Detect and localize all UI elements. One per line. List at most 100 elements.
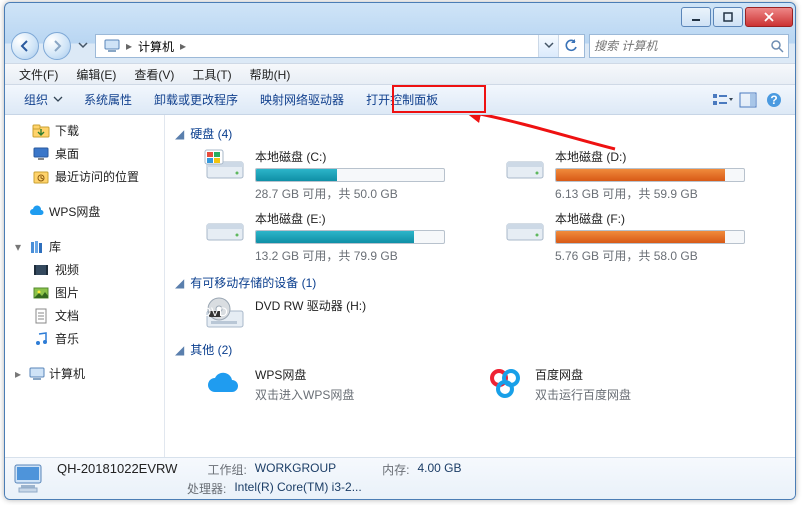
nav-label: 最近访问的位置 (55, 168, 139, 185)
section-header-removable[interactable]: ◢ 有可移动存储的设备 (1) (175, 274, 785, 291)
window-maximize-button[interactable] (713, 7, 743, 27)
menu-bar: 文件(F) 编辑(E) 查看(V) 工具(T) 帮助(H) (5, 63, 795, 85)
search-input[interactable] (594, 39, 766, 53)
documents-icon (33, 308, 49, 324)
details-workgroup-value: WORKGROUP (255, 461, 336, 478)
cmd-map-network-drive[interactable]: 映射网络驱动器 (249, 88, 355, 112)
nav-label: 桌面 (55, 145, 79, 162)
refresh-button[interactable] (558, 35, 582, 57)
drive-usage-bar (255, 230, 445, 244)
nav-libraries[interactable]: ▾ 库 (5, 235, 164, 258)
menu-tools[interactable]: 工具(T) (184, 64, 239, 85)
cmd-open-control-panel[interactable]: 打开控制面板 (355, 88, 449, 112)
downloads-folder-icon (33, 123, 49, 139)
chevron-right-icon: ▸ (15, 367, 25, 381)
window-close-button[interactable] (745, 7, 793, 27)
back-button[interactable] (11, 32, 39, 60)
libraries-icon (29, 239, 45, 255)
recent-places-icon (33, 169, 49, 185)
forward-button[interactable] (43, 32, 71, 60)
details-workgroup-label: 工作组: (207, 461, 246, 478)
address-bar[interactable]: ▸ 计算机 ▸ (95, 34, 585, 58)
desktop-icon (33, 146, 49, 162)
section-header-drives[interactable]: ◢ 硬盘 (4) (175, 125, 785, 142)
details-computer-name: QH-20181022EVRW (57, 461, 177, 478)
close-icon (763, 12, 775, 22)
details-memory-value: 4.00 GB (417, 461, 461, 478)
nav-desktop[interactable]: 桌面 (5, 142, 164, 165)
chevron-down-icon (79, 42, 87, 50)
search-icon (770, 39, 784, 53)
other-item[interactable]: WPS网盘 双击进入WPS网盘 (205, 364, 455, 404)
drive-name: 本地磁盘 (F:) (555, 210, 765, 227)
hard-drive-icon (505, 210, 545, 244)
drive-free-text: 28.7 GB 可用，共 50.0 GB (255, 185, 465, 202)
nav-music[interactable]: 音乐 (5, 327, 164, 350)
menu-edit[interactable]: 编辑(E) (68, 64, 124, 85)
nav-row: ▸ 计算机 ▸ (5, 31, 795, 63)
content-pane: ◢ 硬盘 (4) 本地磁盘 (C:) 28.7 GB 可用，共 50.0 GB … (165, 115, 795, 457)
menu-help[interactable]: 帮助(H) (242, 64, 299, 85)
hard-drive-icon (205, 148, 245, 182)
drive-free-text: 5.76 GB 可用，共 58.0 GB (555, 247, 765, 264)
menu-file[interactable]: 文件(F) (11, 64, 66, 85)
other-name: 百度网盘 (535, 366, 631, 383)
drive-item[interactable]: 本地磁盘 (D:) 6.13 GB 可用，共 59.9 GB (505, 148, 765, 202)
maximize-icon (723, 12, 733, 22)
computer-large-icon (13, 462, 47, 496)
details-cpu-label: 处理器: (187, 480, 226, 497)
cmd-organize[interactable]: 组织 (13, 88, 73, 112)
computer-icon (29, 366, 45, 382)
help-icon: ? (766, 92, 782, 108)
address-dropdown[interactable] (538, 35, 558, 57)
nav-computer[interactable]: ▸ 计算机 (5, 362, 164, 385)
nav-videos[interactable]: 视频 (5, 258, 164, 281)
section-title: 硬盘 (4) (190, 125, 232, 142)
section-title: 有可移动存储的设备 (1) (190, 274, 316, 291)
command-bar: 组织 系统属性 卸载或更改程序 映射网络驱动器 打开控制面板 ? (5, 85, 795, 115)
cmd-label: 系统属性 (84, 93, 132, 107)
other-grid: WPS网盘 双击进入WPS网盘 百度网盘 双击运行百度网盘 (205, 364, 785, 404)
drive-item[interactable]: 本地磁盘 (E:) 13.2 GB 可用，共 79.9 GB (205, 210, 465, 264)
navigation-pane: 下载 桌面 最近访问的位置 WPS网盘 ▾ 库 (5, 115, 165, 457)
computer-icon (104, 38, 120, 54)
arrow-right-icon (50, 39, 64, 53)
nav-pictures[interactable]: 图片 (5, 281, 164, 304)
details-pane: QH-20181022EVRW 工作组: WORKGROUP 内存: 4.00 … (5, 457, 795, 499)
drive-item[interactable]: 本地磁盘 (F:) 5.76 GB 可用，共 58.0 GB (505, 210, 765, 264)
nav-documents[interactable]: 文档 (5, 304, 164, 327)
drive-usage-bar (555, 168, 745, 182)
search-box[interactable] (589, 34, 789, 58)
removable-item[interactable]: DVD DVD RW 驱动器 (H:) (205, 297, 465, 331)
menu-view[interactable]: 查看(V) (126, 64, 182, 85)
cmd-preview-pane[interactable] (735, 89, 761, 111)
cmd-help[interactable]: ? (761, 89, 787, 111)
nav-label: 图片 (55, 284, 79, 301)
breadcrumb-root[interactable]: ▸ 计算机 ▸ (98, 35, 194, 57)
nav-recent-places[interactable]: 最近访问的位置 (5, 165, 164, 188)
window-minimize-button[interactable] (681, 7, 711, 27)
cmd-view-options[interactable] (709, 89, 735, 111)
other-item[interactable]: 百度网盘 双击运行百度网盘 (485, 364, 735, 404)
nav-downloads[interactable]: 下载 (5, 119, 164, 142)
drive-usage-bar (555, 230, 745, 244)
cmd-uninstall-programs[interactable]: 卸载或更改程序 (143, 88, 249, 112)
svg-text:DVD: DVD (202, 305, 228, 319)
section-header-other[interactable]: ◢ 其他 (2) (175, 341, 785, 358)
chevron-down-icon (54, 96, 62, 104)
drive-item[interactable]: 本地磁盘 (C:) 28.7 GB 可用，共 50.0 GB (205, 148, 465, 202)
nav-label: 视频 (55, 261, 79, 278)
nav-wps[interactable]: WPS网盘 (5, 200, 164, 223)
triangle-collapse-icon: ◢ (175, 127, 184, 141)
breadcrumb-sep: ▸ (178, 39, 188, 53)
cmd-label: 打开控制面板 (366, 93, 438, 107)
wps-cloud-icon (205, 364, 245, 404)
cmd-label: 映射网络驱动器 (260, 93, 344, 107)
minimize-icon (691, 12, 701, 22)
cmd-label: 卸载或更改程序 (154, 93, 238, 107)
nav-history-dropdown[interactable] (75, 33, 91, 59)
breadcrumb-label: 计算机 (138, 38, 174, 55)
music-icon (33, 331, 49, 347)
cmd-system-properties[interactable]: 系统属性 (73, 88, 143, 112)
breadcrumb-sep: ▸ (124, 39, 134, 53)
